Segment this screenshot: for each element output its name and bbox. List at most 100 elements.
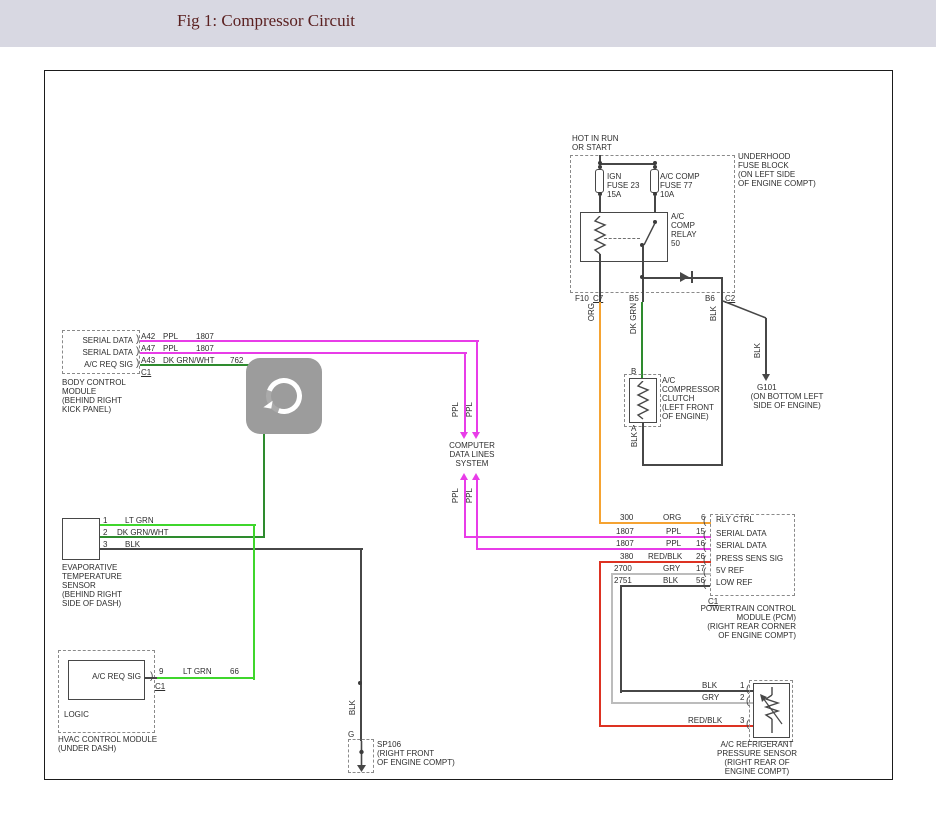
relay-label: A/C COMP RELAY 50 (671, 212, 697, 248)
hvac-signal-label: A/C REQ SIG (71, 672, 141, 681)
pcm-fn: 5V REF (716, 566, 744, 575)
wire-blk (100, 548, 363, 550)
wire-blk-clutch-loop (642, 464, 723, 466)
pcm-ckt: 1807 (616, 527, 634, 536)
wire-redblk (599, 725, 755, 727)
power-bus (599, 163, 655, 165)
diode-icon (680, 272, 689, 282)
wire-ppl (476, 340, 478, 432)
pcm-ckt: 380 (620, 552, 633, 561)
connector-arc: ( (703, 556, 706, 566)
fuse-block-label: UNDERHOOD FUSE BLOCK (ON LEFT SIDE OF EN… (738, 152, 816, 188)
clutch-pin-b: B (631, 367, 636, 376)
wire-blk (621, 690, 754, 692)
sp106-ground-symbol (352, 741, 372, 774)
hvac-pin: 9 (159, 667, 163, 676)
pcm-fn: PRESS SENS SIG (716, 554, 783, 563)
pcm-ckt: 300 (620, 513, 633, 522)
ps-wire: RED/BLK (688, 716, 722, 725)
figure-page: Fig 1: Compressor Circuit HOT IN RUN OR … (0, 0, 936, 814)
spinner-arrow-icon (263, 399, 272, 408)
pcm-wire: BLK (663, 576, 678, 585)
pin-b6: B6 (705, 294, 715, 303)
hot-in-run-label: HOT IN RUN OR START (572, 134, 619, 152)
wire-ltgrn (157, 677, 255, 679)
wire-org (599, 522, 711, 524)
pin-f10: F10 (575, 294, 589, 303)
wire-ltgrn (253, 524, 255, 680)
evap-sensor-box (62, 518, 100, 560)
connector-arc: ) (136, 347, 139, 357)
pcm-label: POWERTRAIN CONTROL MODULE (PCM) (RIGHT R… (694, 604, 796, 640)
wire-blk (621, 585, 710, 587)
bcm-label: BODY CONTROL MODULE (BEHIND RIGHT KICK P… (62, 378, 126, 414)
wire-redblk (599, 561, 711, 563)
pcm-fn: SERIAL DATA (716, 541, 767, 550)
hvac-connector: C1 (155, 682, 165, 691)
wire-ppl (476, 480, 478, 550)
wire-gry (611, 702, 755, 704)
diode-bar (691, 271, 693, 283)
clutch-coil (636, 381, 650, 421)
connector-arc: ) (150, 672, 153, 682)
ground-branch-diagonal (722, 300, 770, 320)
ps-wire: GRY (702, 693, 719, 702)
wire-label-ppl: PPL (465, 402, 474, 417)
ac-comp-fuse-label: A/C COMP FUSE 77 10A (660, 172, 700, 199)
pcm-fn: LOW REF (716, 578, 752, 587)
wire-label-dkgrn: DK GRN (629, 303, 638, 334)
wire-label-blk: BLK (709, 306, 718, 321)
g101-location: (ON BOTTOM LEFT SIDE OF ENGINE) (733, 392, 841, 410)
wire-org (599, 302, 601, 524)
wire-seg (642, 246, 644, 302)
ps-wire: BLK (702, 681, 717, 690)
wire-label-ppl: PPL (465, 488, 474, 503)
pcm-wire: RED/BLK (648, 552, 682, 561)
bcm-fn-1: SERIAL DATA (65, 336, 133, 345)
wire-ppl (140, 352, 467, 354)
ps-pin: 1 (740, 681, 744, 690)
pin-b5: B5 (629, 294, 639, 303)
wire-gry (611, 573, 711, 575)
splice-dot (358, 681, 362, 685)
wire-label-blk: BLK (348, 700, 357, 715)
wire-ppl (476, 548, 711, 550)
sp106-g-label: G (348, 730, 354, 739)
clutch-label: A/C COMPRESSOR CLUTCH (LEFT FRONT OF ENG… (662, 376, 720, 421)
g101-name: G101 (757, 383, 777, 392)
wire-ppl (464, 352, 466, 432)
wire-label-blk: BLK (753, 343, 762, 358)
ground-arrow-icon (762, 374, 770, 381)
connector-arc: ( (703, 517, 706, 527)
loading-spinner-overlay (246, 358, 322, 434)
connector-arc: ) (136, 335, 139, 345)
wire-gry (611, 573, 613, 704)
computer-data-lines-label: COMPUTER DATA LINES SYSTEM (444, 441, 500, 468)
wire-ppl (464, 536, 711, 538)
spinner-ring-icon (260, 372, 308, 420)
wire-blk-clutch (642, 422, 644, 465)
pcm-fn: SERIAL DATA (716, 529, 767, 538)
connector-arc: ( (703, 580, 706, 590)
wire-ppl (140, 340, 479, 342)
hvac-wire-label: LT GRN (183, 667, 212, 676)
wire-dkgrnwht (100, 536, 265, 538)
ign-fuse-label: IGN FUSE 23 15A (607, 172, 639, 199)
junction-dot (640, 275, 644, 279)
header-bar: Fig 1: Compressor Circuit (0, 0, 936, 47)
figure-title: Fig 1: Compressor Circuit (177, 11, 355, 31)
wire-dkgrn (641, 302, 643, 379)
relay-link-dashed (604, 238, 640, 239)
pcm-wire: ORG (663, 513, 681, 522)
connector-arc: ) (136, 359, 139, 369)
bcm-connector: C1 (141, 368, 151, 377)
wire-ltgrn (100, 524, 256, 526)
sp106-label: SP106 (RIGHT FRONT OF ENGINE COMPT) (377, 740, 455, 767)
pcm-ckt: 2751 (614, 576, 632, 585)
hvac-ckt-label: 66 (230, 667, 239, 676)
pcm-ckt: 2700 (614, 564, 632, 573)
pcm-wire: GRY (663, 564, 680, 573)
ac-comp-fuse-symbol (650, 169, 659, 193)
connector-arc: ( (703, 543, 706, 553)
ps-pin: 3 (740, 716, 744, 725)
